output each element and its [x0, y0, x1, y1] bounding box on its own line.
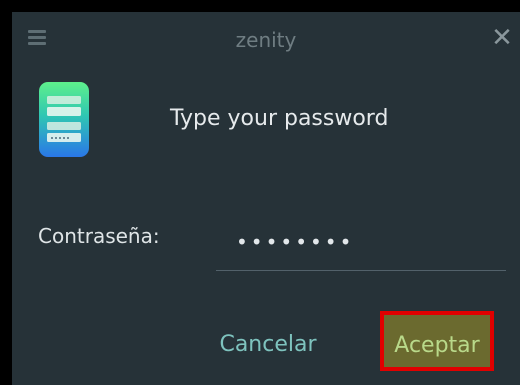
close-icon[interactable]: ✕ — [490, 25, 514, 51]
window-title: zenity — [235, 28, 297, 52]
cancel-button[interactable]: Cancelar — [208, 315, 328, 375]
title-bar: zenity ✕ — [12, 12, 520, 68]
screen-frame: zenity ✕ Type your password Contraseña: … — [0, 0, 520, 385]
zenity-dialog-window: zenity ✕ Type your password Contraseña: … — [12, 12, 520, 385]
password-input[interactable]: •••••••• — [216, 218, 506, 271]
dialog-prompt: Type your password — [170, 106, 389, 131]
accept-button[interactable]: Aceptar — [380, 311, 494, 371]
password-dialog-icon — [39, 82, 89, 157]
password-label: Contraseña: — [38, 224, 160, 248]
password-masked-value: •••••••• — [236, 230, 355, 254]
